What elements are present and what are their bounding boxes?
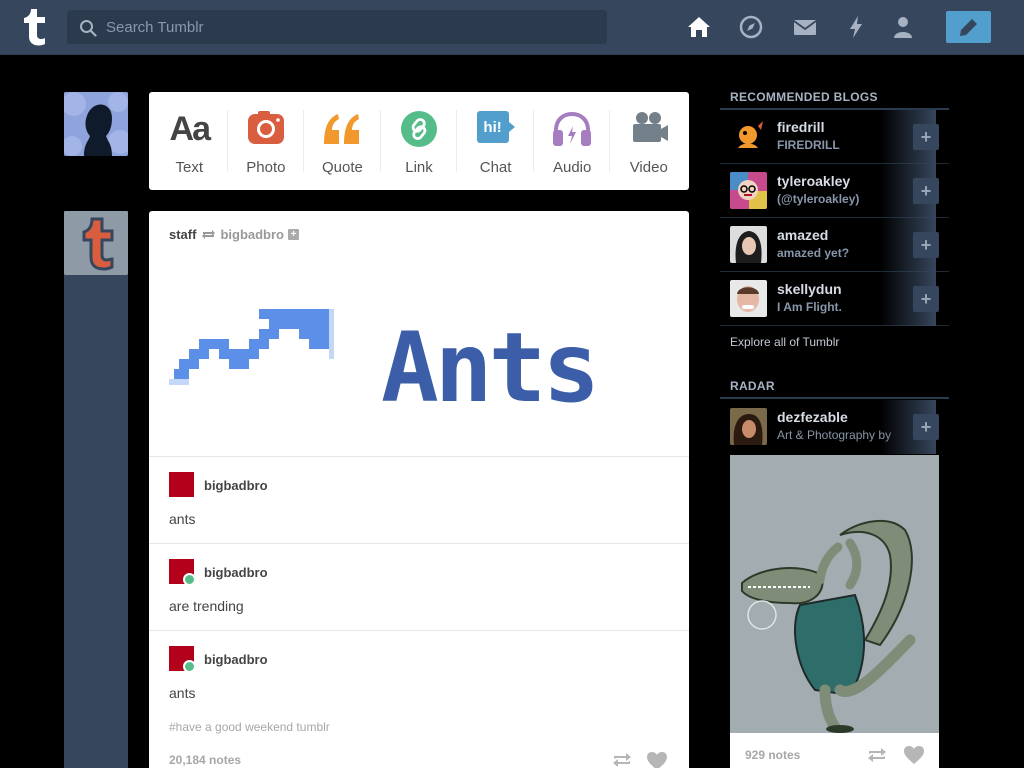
blog-subtitle: FIREDRILL (777, 138, 840, 152)
post-header: staff bigbadbro + (169, 227, 299, 242)
blog-title: firedrill (777, 119, 825, 135)
skellydun-avatar (730, 280, 767, 317)
camera-icon (247, 111, 284, 144)
avatar-silhouette-icon (64, 92, 128, 156)
blog-subtitle: I Am Flight. (777, 300, 842, 314)
recommended-blog-item[interactable]: amazed amazed yet? + (720, 218, 949, 272)
reblog-entry: bigbadbro ants (149, 456, 689, 543)
blog-subtitle: (@tyleroakley) (777, 192, 860, 206)
post-type-chat[interactable]: hi! Chat (457, 92, 534, 190)
post-type-label: Audio (552, 159, 592, 176)
tyleroakley-avatar (730, 172, 767, 209)
reblog-author[interactable]: bigbadbro (204, 478, 268, 493)
dezfezable-avatar (730, 408, 767, 445)
staff-avatar[interactable] (64, 211, 128, 275)
reblog-icon (202, 230, 216, 239)
radar-blog-item[interactable]: dezfezable Art & Photography by + (720, 400, 949, 454)
post-type-label: Photo (246, 159, 286, 176)
post-author[interactable]: staff (169, 227, 196, 242)
home-icon[interactable] (686, 14, 712, 40)
tumblr-logo-icon[interactable] (17, 8, 49, 46)
link-icon (401, 111, 438, 147)
post-type-audio[interactable]: Audio (534, 92, 611, 190)
reblog-button-icon[interactable] (611, 751, 633, 768)
post-type-video[interactable]: Video (610, 92, 687, 190)
blog-title: skellydun (777, 281, 842, 297)
headphones-icon (553, 111, 592, 146)
user-avatar[interactable] (64, 92, 128, 156)
ants-image-text: Ants (381, 312, 596, 411)
radar-post-image[interactable] (730, 455, 939, 733)
amazed-avatar (730, 226, 767, 263)
post-type-photo[interactable]: Photo (228, 92, 305, 190)
blog-title: dezfezable (777, 409, 848, 425)
dashboard-post: staff bigbadbro + Ants bigbadbro ants bi… (149, 211, 689, 768)
follow-button[interactable]: + (913, 414, 939, 440)
recommended-blogs-title: RECOMMENDED BLOGS (730, 90, 878, 104)
post-type-text[interactable]: Aa Text (151, 92, 228, 190)
staff-logo-icon (64, 211, 128, 275)
reblog-author[interactable]: bigbadbro (204, 565, 268, 580)
recommended-blog-item[interactable]: skellydun I Am Flight. + (720, 272, 949, 326)
pencil-icon (960, 19, 977, 36)
post-type-label: Video (629, 159, 668, 176)
follow-button[interactable]: + (913, 232, 939, 258)
blog-title: amazed (777, 227, 829, 243)
search-icon (80, 20, 97, 37)
recommended-blog-item[interactable]: tyleroakley (@tyleroakley) + (720, 164, 949, 218)
post-type-quote[interactable]: Quote (304, 92, 381, 190)
like-heart-icon[interactable] (646, 751, 668, 768)
post-type-label: Link (405, 159, 433, 176)
reblog-badge-icon (183, 660, 196, 673)
inbox-icon[interactable] (792, 14, 818, 40)
reblog-author[interactable]: bigbadbro (204, 652, 268, 667)
search-box[interactable]: Search Tumblr (67, 10, 607, 44)
follow-button[interactable]: + (913, 286, 939, 312)
like-heart-icon[interactable] (903, 745, 925, 765)
text-post-icon: Aa (169, 109, 211, 148)
post-type-label: Text (175, 159, 204, 176)
radar-post-footer: 929 notes (730, 733, 939, 768)
reblog-entry: bigbadbro are trending (149, 543, 689, 630)
video-camera-icon (632, 112, 668, 142)
radar-title: RADAR (730, 379, 775, 393)
blog-subtitle: amazed yet? (777, 246, 850, 260)
ants-trending-image: Ants (169, 309, 600, 411)
chat-icon: hi! (474, 110, 518, 148)
reblog-entry: bigbadbro ants (149, 630, 689, 717)
reblog-button-icon[interactable] (866, 746, 888, 764)
explore-link[interactable]: Explore all of Tumblr (730, 335, 839, 349)
explore-icon[interactable] (738, 14, 764, 40)
radar-notes-count[interactable]: 929 notes (745, 748, 800, 762)
reblogged-from[interactable]: bigbadbro (220, 227, 284, 242)
reblog-text: ants (169, 685, 196, 701)
blog-subtitle: Art & Photography by (777, 428, 892, 442)
top-nav-bar: Search Tumblr (0, 0, 1024, 55)
reblog-badge-icon (183, 573, 196, 586)
post-notes-count[interactable]: 20,184 notes (169, 753, 241, 767)
follow-plus-icon[interactable]: + (288, 229, 299, 240)
post-avatar-rail (64, 211, 128, 768)
compose-button[interactable] (946, 11, 991, 43)
follow-button[interactable]: + (913, 124, 939, 150)
post-type-label: Quote (322, 159, 363, 176)
divider (720, 397, 949, 399)
firedrill-avatar (730, 118, 767, 155)
post-type-bar: Aa Text Photo Quote Link hi! Chat Audio … (149, 92, 689, 190)
post-tags[interactable]: #have a good weekend tumblr (169, 720, 330, 734)
blog-title: tyleroakley (777, 173, 851, 189)
recommended-blog-item[interactable]: firedrill FIREDRILL + (720, 110, 949, 164)
reblog-text: ants (169, 511, 196, 527)
search-placeholder: Search Tumblr (106, 19, 204, 36)
crocodile-illustration (730, 455, 939, 733)
bigbadbro-avatar[interactable] (169, 472, 194, 497)
post-type-label: Chat (479, 159, 512, 176)
account-icon[interactable] (890, 14, 916, 40)
post-type-link[interactable]: Link (381, 92, 458, 190)
quote-icon (324, 114, 360, 144)
activity-icon[interactable] (843, 14, 869, 40)
follow-button[interactable]: + (913, 178, 939, 204)
reblog-text: are trending (169, 598, 244, 614)
